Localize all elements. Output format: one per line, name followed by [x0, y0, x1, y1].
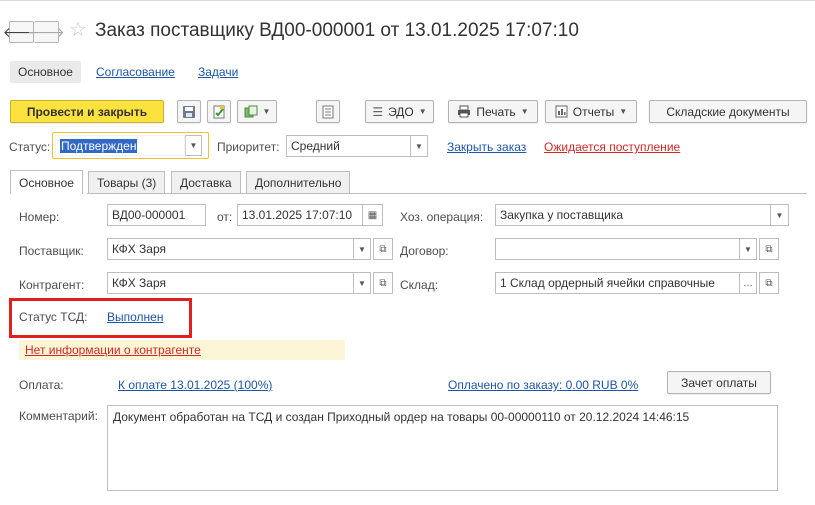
reports-button[interactable]: Отчеты ▼	[545, 100, 637, 123]
tab-main[interactable]: Основное	[10, 170, 83, 194]
subtab-main[interactable]: Основное	[10, 61, 81, 83]
supplier-value: КФХ Заря	[107, 238, 354, 260]
operation-label: Хоз. операция:	[400, 210, 484, 224]
arrow-right-icon: 🡒	[27, 23, 65, 40]
tab-additional[interactable]: Дополнительно	[246, 171, 351, 194]
document-list-button[interactable]	[316, 100, 340, 123]
chevron-down-icon[interactable]: ▼	[354, 272, 371, 294]
chevron-down-icon: ▼	[418, 107, 427, 116]
star-icon[interactable]: ☆	[69, 17, 87, 42]
number-field[interactable]: ВД00-000001	[107, 204, 206, 226]
chevron-down-icon[interactable]: ▼	[411, 135, 428, 157]
contract-value	[495, 238, 740, 260]
priority-select[interactable]: Средний ▼	[286, 135, 428, 157]
subtab-approval[interactable]: Согласование	[96, 65, 175, 79]
save-icon	[183, 105, 195, 118]
close-order-link[interactable]: Закрыть заказ	[447, 140, 526, 154]
calendar-icon[interactable]: ▦	[363, 204, 383, 226]
priority-value: Средний	[286, 135, 411, 157]
tsd-status-link[interactable]: Выполнен	[107, 310, 163, 324]
printer-icon	[458, 105, 471, 118]
status-select[interactable]: Подтвержден ▼	[52, 132, 209, 159]
warehouse-value: 1 Склад ордерный ячейки справочные	[495, 272, 740, 294]
report-icon	[555, 105, 568, 118]
subtab-tasks[interactable]: Задачи	[198, 65, 238, 79]
reports-label: Отчеты	[572, 104, 615, 119]
comment-label: Комментарий:	[19, 409, 98, 423]
counterparty-label: Контрагент:	[19, 278, 85, 292]
no-counterparty-info-link[interactable]: Нет информации о контрагенте	[25, 343, 201, 357]
chevron-down-icon[interactable]: ▼	[771, 204, 789, 226]
counterparty-value: КФХ Заря	[107, 272, 354, 294]
post-button[interactable]	[207, 100, 231, 123]
document-icon	[322, 105, 334, 118]
tab-delivery[interactable]: Доставка	[171, 171, 241, 194]
number-label: Номер:	[19, 210, 60, 224]
open-icon[interactable]: ⧉	[759, 272, 779, 294]
date-input[interactable]: 13.01.2025 17:07:10 ▦	[237, 204, 383, 226]
supplier-label: Поставщик:	[19, 244, 84, 258]
tab-goods[interactable]: Товары (3)	[88, 171, 166, 194]
chevron-down-icon: ▼	[262, 107, 271, 116]
payment-label: Оплата:	[19, 378, 64, 392]
post-and-close-button[interactable]: Провести и закрыть	[10, 100, 164, 123]
chevron-down-icon[interactable]: ▼	[185, 135, 202, 156]
edo-label: ЭДО	[388, 104, 414, 119]
payment-offset-button[interactable]: Зачет оплаты	[667, 371, 771, 394]
supplier-select[interactable]: КФХ Заря ▼ ⧉	[107, 238, 393, 260]
edo-icon: ☰	[372, 104, 384, 119]
comment-textarea[interactable]: Документ обработан на ТСД и создан Прихо…	[107, 405, 778, 491]
paid-link[interactable]: Оплачено по заказу: 0.00 RUB 0%	[448, 378, 638, 392]
warehouse-documents-button[interactable]: Складские документы	[649, 100, 807, 123]
print-label: Печать	[476, 104, 516, 119]
priority-label: Приоритет:	[217, 140, 280, 154]
operation-value: Закупка у поставщика	[495, 204, 771, 226]
page-title: Заказ поставщику ВД00-000001 от 13.01.20…	[95, 20, 579, 41]
date-field: 13.01.2025 17:07:10	[237, 204, 363, 226]
create-based-on-button[interactable]: ▼	[237, 100, 277, 123]
status-label: Статус:	[9, 140, 51, 154]
chevron-down-icon: ▼	[619, 107, 628, 116]
payment-link[interactable]: К оплате 13.01.2025 (100%)	[118, 378, 272, 392]
edo-button[interactable]: ☰ ЭДО ▼	[365, 100, 434, 123]
forward-button[interactable]: 🡒	[27, 21, 65, 43]
operation-select[interactable]: Закупка у поставщика ▼	[495, 204, 789, 226]
tsd-status-label: Статус ТСД:	[19, 310, 88, 324]
chevron-down-icon: ▼	[520, 107, 529, 116]
more-icon[interactable]: …	[740, 272, 757, 294]
date-from-label: от:	[217, 210, 233, 224]
print-button[interactable]: Печать ▼	[448, 100, 538, 123]
chevron-down-icon[interactable]: ▼	[354, 238, 371, 260]
counterparty-select[interactable]: КФХ Заря ▼ ⧉	[107, 272, 393, 294]
expected-receipt-link[interactable]: Ожидается поступление	[544, 140, 680, 154]
create-based-icon	[244, 105, 258, 117]
open-icon[interactable]: ⧉	[373, 238, 393, 260]
warehouse-label: Склад:	[400, 278, 439, 292]
save-button[interactable]	[177, 100, 201, 123]
open-icon[interactable]: ⧉	[759, 238, 779, 260]
status-value: Подтвержден	[60, 138, 138, 153]
top-border	[0, 0, 815, 1]
open-icon[interactable]: ⧉	[373, 272, 393, 294]
warehouse-select[interactable]: 1 Склад ордерный ячейки справочные … ⧉	[495, 272, 779, 294]
contract-select[interactable]: ▼ ⧉	[495, 238, 779, 260]
chevron-down-icon[interactable]: ▼	[740, 238, 757, 260]
contract-label: Договор:	[400, 244, 449, 258]
post-document-icon	[213, 105, 225, 118]
tab-divider	[87, 193, 807, 194]
